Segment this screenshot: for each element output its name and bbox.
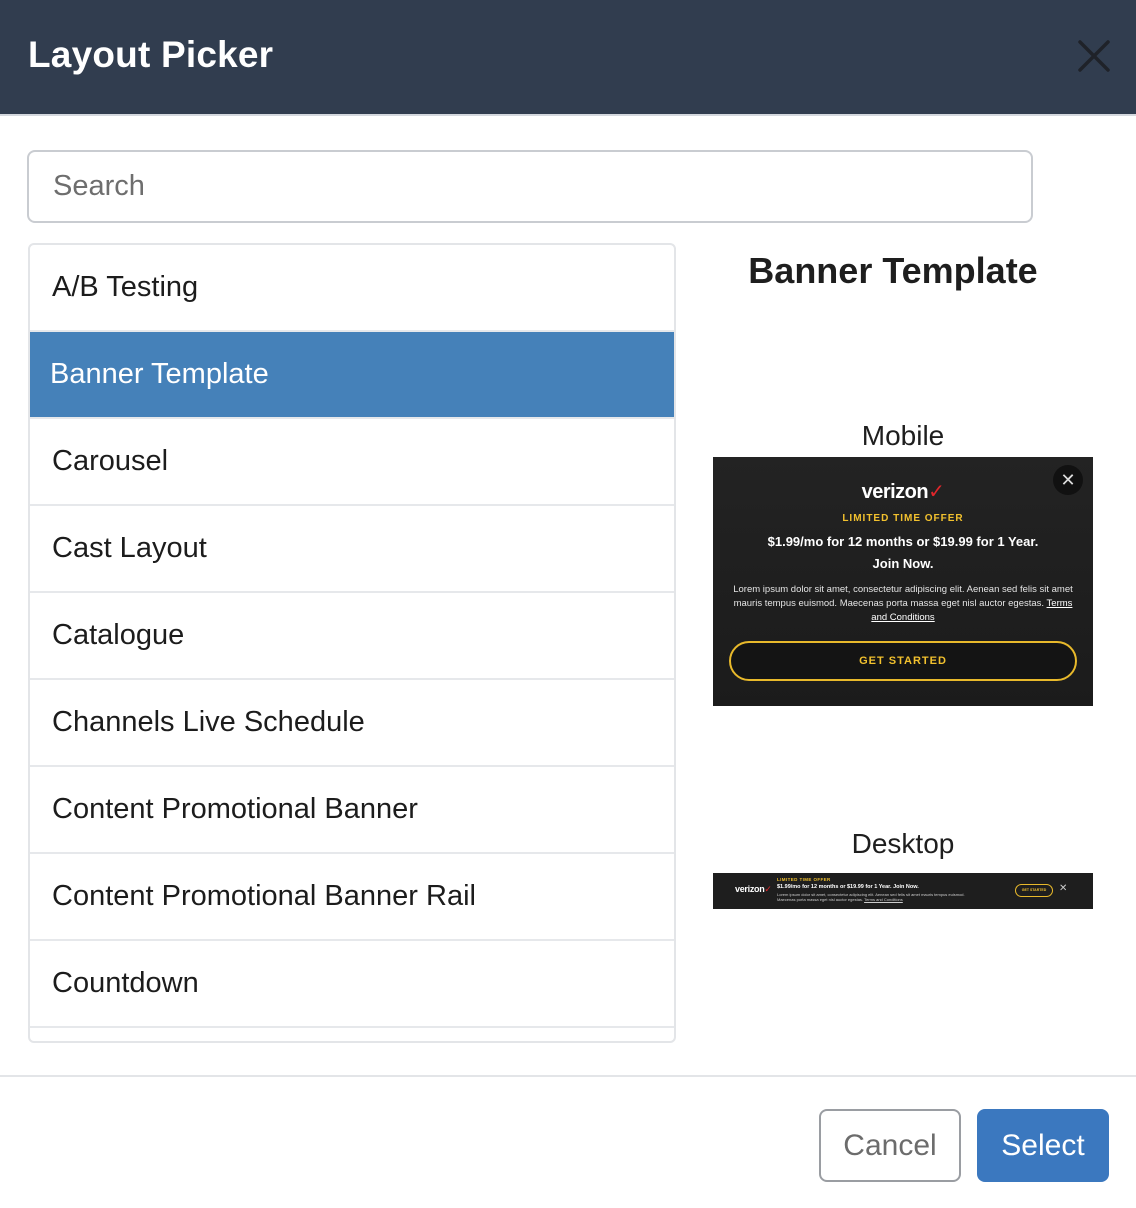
- search-input[interactable]: [27, 150, 1033, 223]
- cancel-button[interactable]: Cancel: [819, 1109, 961, 1182]
- layout-item-ab-testing[interactable]: A/B Testing: [30, 245, 674, 332]
- layout-item-countdown[interactable]: Countdown: [30, 941, 674, 1028]
- terms-link-small: Terms and Conditions: [864, 897, 903, 902]
- select-button[interactable]: Select: [977, 1109, 1109, 1182]
- verizon-check-icon-small: ✓: [764, 884, 772, 894]
- offer-body: Lorem ipsum dolor sit amet, consectetur …: [727, 583, 1079, 625]
- desktop-preview-image: verizon✓ LIMITED TIME OFFER $1.99/mo for…: [713, 873, 1093, 909]
- offer-label-small: LIMITED TIME OFFER: [777, 877, 831, 882]
- close-icon: [1078, 40, 1110, 72]
- layout-picker-dialog: Layout Picker A/B Testing Banner Templat…: [0, 0, 1136, 1208]
- verizon-check-icon: ✓: [928, 481, 945, 503]
- dialog-title: Layout Picker: [28, 34, 274, 75]
- layout-item-content-promotional-banner-rail[interactable]: Content Promotional Banner Rail: [30, 854, 674, 941]
- get-started-button-preview-small: GET STARTED: [1015, 884, 1053, 897]
- mobile-preview-label: Mobile: [861, 420, 945, 451]
- offer-body-small: Lorem ipsum dolor sit amet, consectetur …: [777, 892, 977, 902]
- footer-divider: [0, 1075, 1136, 1077]
- offer-headline-small: $1.99/mo for 12 months or $19.99 for 1 Y…: [777, 884, 919, 890]
- layout-item-channels-live-schedule[interactable]: Channels Live Schedule: [30, 680, 674, 767]
- desktop-preview-label: Desktop: [851, 828, 955, 859]
- get-started-button-preview: GET STARTED: [729, 641, 1077, 681]
- dialog-header: Layout Picker: [0, 0, 1136, 116]
- offer-label: LIMITED TIME OFFER: [842, 513, 964, 524]
- offer-body-text: Lorem ipsum dolor sit amet, consectetur …: [733, 584, 1073, 609]
- close-button[interactable]: [1072, 34, 1116, 78]
- layout-item-carousel[interactable]: Carousel: [30, 419, 674, 506]
- layout-list[interactable]: A/B Testing Banner Template Carousel Cas…: [28, 243, 676, 1043]
- preview-title: Banner Template: [748, 250, 1038, 291]
- layout-item-catalogue[interactable]: Catalogue: [30, 593, 674, 680]
- layout-item-banner-template[interactable]: Banner Template: [30, 332, 674, 419]
- verizon-logo-small: verizon✓: [735, 884, 772, 895]
- brand-name-small: verizon: [735, 884, 765, 894]
- banner-close-icon-small: ✕: [1059, 883, 1068, 894]
- layout-item-cast-layout[interactable]: Cast Layout: [30, 506, 674, 593]
- mobile-preview-image: ✕ verizon✓ LIMITED TIME OFFER $1.99/mo f…: [713, 457, 1093, 706]
- layout-item-content-promotional-banner[interactable]: Content Promotional Banner: [30, 767, 674, 854]
- offer-headline: $1.99/mo for 12 months or $19.99 for 1 Y…: [767, 534, 1039, 571]
- brand-name: verizon: [861, 481, 929, 503]
- verizon-logo: verizon✓: [713, 479, 1093, 504]
